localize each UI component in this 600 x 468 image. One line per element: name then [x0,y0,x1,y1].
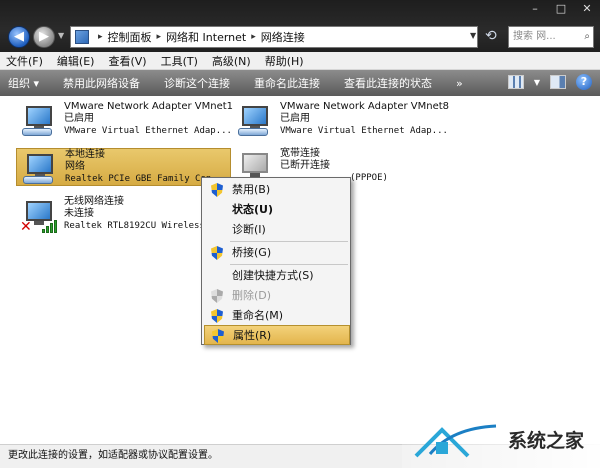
watermark-text: 系统之家 [508,430,585,452]
connection-status: 已断开连接 [280,160,330,171]
menu-item-disable[interactable]: 禁用(B) [204,180,350,200]
search-icon[interactable]: ⌕ [584,27,590,47]
arrow-right-icon: ▶ [39,29,49,44]
search-input[interactable]: 搜索 网... ⌕ [508,26,594,48]
menu-item-label: 诊断(I) [232,223,266,236]
command-toolbar: 组织 ▾ 禁用此网络设备 诊断这个连接 重命名此连接 查看此连接的状态 » ▼ … [0,70,600,96]
connection-name: 本地连接 [65,149,105,160]
menu-advanced[interactable]: 高级(N) [212,53,251,69]
menu-item-diagnose[interactable]: 诊断(I) [204,220,350,240]
connection-name: 宽带连接 [280,148,320,159]
minimize-button[interactable]: – [528,2,542,15]
menu-item-label: 删除(D) [232,289,272,302]
menu-view[interactable]: 查看(V) [108,53,146,69]
house-logo-icon [414,424,497,458]
menu-item-label: 创建快捷方式(S) [232,269,314,282]
breadcrumb-network-connections[interactable]: 网络连接 [261,29,305,45]
rename-button[interactable]: 重命名此连接 [254,75,320,91]
connection-status: 已启用 [280,113,310,124]
breadcrumb-control-panel[interactable]: 控制面板 [108,29,152,45]
menu-item-create-shortcut[interactable]: 创建快捷方式(S) [204,266,350,286]
connection-vmnet1[interactable]: VMware Network Adapter VMnet1 已启用 VMware… [16,101,234,139]
back-button[interactable]: ◀ [8,26,30,48]
control-panel-icon [75,30,89,44]
organize-button[interactable]: 组织 ▾ [8,75,39,91]
breadcrumb-separator-icon: ▸ [251,32,256,42]
help-icon[interactable]: ? [576,74,592,90]
menu-item-label: 重命名(M) [232,309,284,322]
context-menu: 禁用(B) 状态(U) 诊断(I) 桥接(G) 创建快捷方式(S) 删除(D) … [201,177,351,345]
menu-item-rename[interactable]: 重命名(M) [204,306,350,326]
connection-local-area[interactable]: 本地连接 网络 Realtek PCIe GBE Family Con... [16,148,231,186]
connection-name: VMware Network Adapter VMnet1 [64,101,234,112]
menu-item-properties[interactable]: 属性(R) [204,325,350,345]
connection-adapter: VMware Virtual Ethernet Adap... [64,126,232,136]
menu-item-label: 状态(U) [232,203,273,216]
network-adapter-icon [20,104,60,138]
network-adapter-icon [21,152,61,186]
menu-item-status[interactable]: 状态(U) [204,200,350,220]
refresh-icon[interactable]: ⟲ [485,28,497,44]
menu-item-bridge[interactable]: 桥接(G) [204,243,350,263]
view-dropdown-icon[interactable]: ▼ [534,78,540,87]
breadcrumb-separator-icon: ▸ [98,32,103,42]
connection-status: 网络 [65,161,85,172]
address-dropdown-icon[interactable]: ▼ [470,31,476,40]
uac-shield-icon [211,289,223,303]
signal-bars-icon [42,219,60,233]
breadcrumb-separator-icon: ▸ [156,32,162,42]
view-status-button[interactable]: 查看此连接的状态 [344,75,432,91]
menu-file[interactable]: 文件(F) [6,53,43,69]
connection-status: 已启用 [64,113,94,124]
disable-device-button[interactable]: 禁用此网络设备 [63,75,140,91]
menu-item-label: 禁用(B) [232,183,271,196]
menu-help[interactable]: 帮助(H) [265,53,304,69]
arrow-left-icon: ◀ [14,29,24,44]
uac-shield-icon [212,329,224,343]
connection-vmnet8[interactable]: VMware Network Adapter VMnet8 已启用 VMware… [232,101,450,139]
menu-separator [230,241,348,242]
wireless-adapter-icon: ✕ [20,199,60,235]
search-placeholder: 搜索 网... [513,31,556,42]
menu-tools[interactable]: 工具(T) [161,53,198,69]
disconnected-x-icon: ✕ [20,219,32,235]
menu-bar: 文件(F) 编辑(E) 查看(V) 工具(T) 高级(N) 帮助(H) [0,52,600,70]
change-view-icon[interactable] [507,75,524,89]
address-bar[interactable]: ▸ 控制面板 ▸ 网络和 Internet ▸ 网络连接 [70,26,478,48]
more-commands-button[interactable]: » [456,77,463,90]
preview-pane-icon[interactable] [550,75,566,89]
connection-wireless[interactable]: ✕ 无线网络连接 未连接 Realtek RTL8192CU Wireless … [16,196,231,235]
uac-shield-icon [211,309,223,323]
diagnose-button[interactable]: 诊断这个连接 [164,75,230,91]
window-controls: – □ ✕ [528,2,594,15]
uac-shield-icon [211,183,223,197]
breadcrumb-network-internet[interactable]: 网络和 Internet [166,29,246,45]
menu-separator [230,264,348,265]
recent-pages-dropdown[interactable]: ▼ [58,31,64,40]
close-button[interactable]: ✕ [580,2,594,15]
maximize-button[interactable]: □ [554,2,568,15]
network-adapter-icon [236,104,276,138]
toolbar-right: ▼ ? [507,74,592,90]
menu-item-delete: 删除(D) [204,286,350,306]
menu-edit[interactable]: 编辑(E) [57,53,95,69]
connection-adapter: VMware Virtual Ethernet Adap... [280,126,448,136]
title-bar: – □ ✕ ◀ ▶ ▼ ▸ 控制面板 ▸ 网络和 Internet ▸ 网络连接… [0,0,600,52]
watermark-logo: 系统之家 [402,412,600,468]
forward-button[interactable]: ▶ [33,26,55,48]
menu-item-label: 桥接(G) [232,246,272,259]
connection-name: VMware Network Adapter VMnet8 [280,101,450,112]
menu-item-label: 属性(R) [233,329,272,342]
uac-shield-icon [211,246,223,260]
